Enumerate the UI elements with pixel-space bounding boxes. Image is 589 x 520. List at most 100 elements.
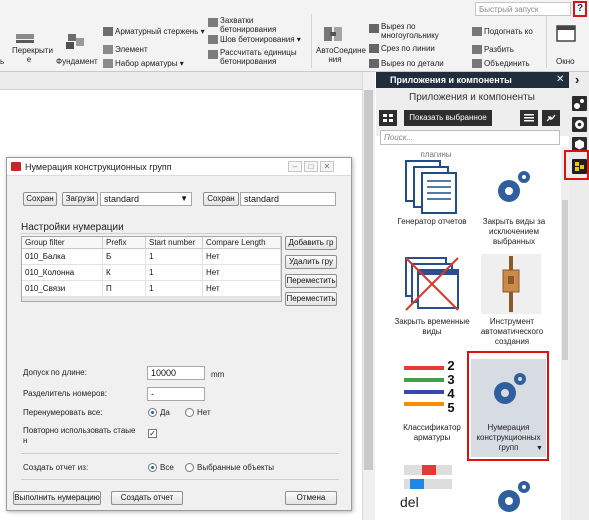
- split-button[interactable]: Разбить: [472, 45, 514, 55]
- help-button[interactable]: ?: [573, 1, 587, 17]
- rebar-set-icon: [103, 59, 113, 69]
- quick-launch-input[interactable]: Быстрый запуск: [475, 2, 571, 16]
- table-cell[interactable]: 1: [146, 249, 203, 265]
- dialog-title: Нумерация конструкционных групп: [25, 162, 172, 172]
- grips-icon: [208, 18, 218, 27]
- column-header-filter[interactable]: Group filter: [22, 237, 103, 249]
- table-cell[interactable]: 1: [146, 265, 203, 281]
- cut-part-label: Вырез по детали: [381, 59, 444, 68]
- grid-view-icon[interactable]: [379, 110, 397, 126]
- separator-input[interactable]: -: [147, 387, 205, 401]
- renumber-yes-radio[interactable]: [148, 408, 157, 417]
- table-cell[interactable]: 010_Связи: [22, 281, 103, 297]
- ribbon-left-edge-label: ь: [0, 57, 5, 66]
- del-tool-icon[interactable]: [402, 463, 458, 520]
- side-tab-highlight-box: [564, 150, 589, 180]
- section-title: Настройки нумерации: [21, 222, 124, 233]
- table-cell[interactable]: 010_Колонна: [22, 265, 103, 281]
- rebar-set-button[interactable]: Набор арматуры ▾: [103, 59, 184, 69]
- foundation-button[interactable]: Фундамент: [56, 57, 98, 66]
- pour-joint-button[interactable]: Шов бетонирования ▾: [208, 35, 301, 45]
- cut-polygon-button[interactable]: Вырез по многоугольнику: [369, 22, 447, 40]
- table-cell[interactable]: 1: [146, 281, 203, 297]
- preset-name-input[interactable]: standard: [240, 192, 336, 206]
- gear-icon[interactable]: [491, 477, 536, 517]
- collapse-panel-icon[interactable]: ›: [575, 72, 579, 87]
- calc-units-button[interactable]: Рассчитать единицы бетонирования: [208, 48, 304, 66]
- floors-button[interactable]: Перекрыти е: [12, 46, 53, 64]
- panel-scrollbar-thumb[interactable]: [562, 200, 568, 360]
- settings-tab-icon[interactable]: [572, 117, 587, 132]
- rebar-number: 3: [447, 372, 455, 387]
- group-table[interactable]: Group filter Prefix Start number Compare…: [21, 236, 282, 302]
- table-cell[interactable]: К: [103, 265, 146, 281]
- numbering-dialog: Нумерация конструкционных групп – □ ✕ Со…: [6, 157, 352, 511]
- table-cell[interactable]: 010_Балка: [22, 249, 103, 265]
- cancel-button[interactable]: Отмена: [285, 491, 337, 505]
- table-cell[interactable]: Б: [103, 249, 146, 265]
- report-generator-label: Генератор отчетов: [397, 217, 467, 226]
- cut-part-button[interactable]: Вырез по детали: [369, 59, 444, 69]
- panel-subtitle: Приложения и компоненты: [409, 92, 535, 103]
- split-label: Разбить: [484, 45, 514, 54]
- show-selected-button[interactable]: Показать выбранное: [404, 110, 492, 126]
- rebar-button[interactable]: Арматурный стержень ▾: [103, 27, 205, 37]
- grips-button[interactable]: Захватки бетонирования: [208, 16, 294, 34]
- table-cell[interactable]: Нет: [203, 249, 281, 265]
- calc-units-icon: [208, 50, 218, 59]
- list-view-icon[interactable]: [520, 110, 538, 126]
- preset-select[interactable]: standard ▼: [100, 192, 192, 206]
- window-button[interactable]: Окно: [556, 57, 575, 66]
- close-views-label: Закрыть виды за исключением выбранных: [482, 217, 546, 246]
- renumber-no-radio[interactable]: [185, 408, 194, 417]
- reuse-label: Повторно использовать стаые н: [23, 426, 136, 445]
- panel-toolbar: Приложения и компоненты Показать выбранн…: [376, 88, 569, 136]
- move-up-button[interactable]: Переместить: [285, 274, 337, 288]
- maximize-button[interactable]: □: [304, 161, 318, 172]
- merge-button[interactable]: Объединить: [472, 59, 530, 69]
- table-cell[interactable]: П: [103, 281, 146, 297]
- dialog-titlebar[interactable]: Нумерация конструкционных групп – □ ✕: [7, 158, 351, 176]
- report-generator-icon[interactable]: [402, 159, 462, 214]
- panel-close-icon[interactable]: ✕: [556, 74, 564, 85]
- auto-connection-button[interactable]: АвтоСоедине ния: [316, 46, 366, 64]
- close-temp-views-label: Закрыть временные виды: [394, 317, 470, 336]
- report-all-radio[interactable]: [148, 463, 157, 472]
- rebar-number: 2: [447, 358, 455, 373]
- cut-line-button[interactable]: Срез по линии: [369, 44, 435, 54]
- vertical-scrollbar-thumb[interactable]: [364, 90, 373, 470]
- fit-button[interactable]: Подогнать ко: [472, 27, 533, 37]
- move-down-button[interactable]: Переместить: [285, 292, 337, 306]
- collapse-arrows-icon[interactable]: [542, 110, 560, 126]
- auto-connection-icon: [322, 24, 344, 44]
- table-cell[interactable]: Нет: [203, 281, 281, 297]
- run-numbering-button[interactable]: Выполнить нумерацию: [13, 491, 101, 505]
- column-header-compare[interactable]: Compare Length: [203, 237, 281, 249]
- panel-search-input[interactable]: Поиск...: [380, 130, 560, 145]
- delete-group-button[interactable]: Удалить гру: [285, 255, 337, 269]
- auto-creation-tool-icon[interactable]: [481, 254, 541, 314]
- element-button[interactable]: Элемент: [103, 45, 148, 55]
- close-temp-views-icon[interactable]: [402, 254, 464, 314]
- report-selected-radio[interactable]: [185, 463, 194, 472]
- properties-tab-icon[interactable]: [572, 96, 587, 111]
- create-report-button[interactable]: Создать отчет: [111, 491, 183, 505]
- save-preset-button[interactable]: Сохран: [23, 192, 57, 206]
- tolerance-input[interactable]: 10000: [147, 366, 205, 380]
- add-group-button[interactable]: Добавить гр: [285, 236, 337, 250]
- close-views-gear-icon[interactable]: [491, 167, 536, 207]
- save-as-preset-button[interactable]: Сохран: [203, 192, 239, 206]
- separator-label: Разделитель номеров:: [23, 389, 107, 398]
- minimize-button[interactable]: –: [288, 161, 302, 172]
- load-preset-button[interactable]: Загрузи: [62, 192, 98, 206]
- cut-line-label: Срез по линии: [381, 44, 435, 53]
- reuse-checkbox[interactable]: ✓: [148, 429, 157, 438]
- column-header-start[interactable]: Start number: [146, 237, 203, 249]
- column-header-prefix[interactable]: Prefix: [103, 237, 146, 249]
- applications-list[interactable]: Показать все плагины Генератор отчетов З…: [376, 147, 560, 520]
- renumber-label: Перенумеровать все:: [23, 408, 103, 417]
- close-button[interactable]: ✕: [320, 161, 334, 172]
- chevron-down-icon: ▼: [180, 194, 188, 203]
- fit-icon: [472, 27, 482, 37]
- table-cell[interactable]: Нет: [203, 265, 281, 281]
